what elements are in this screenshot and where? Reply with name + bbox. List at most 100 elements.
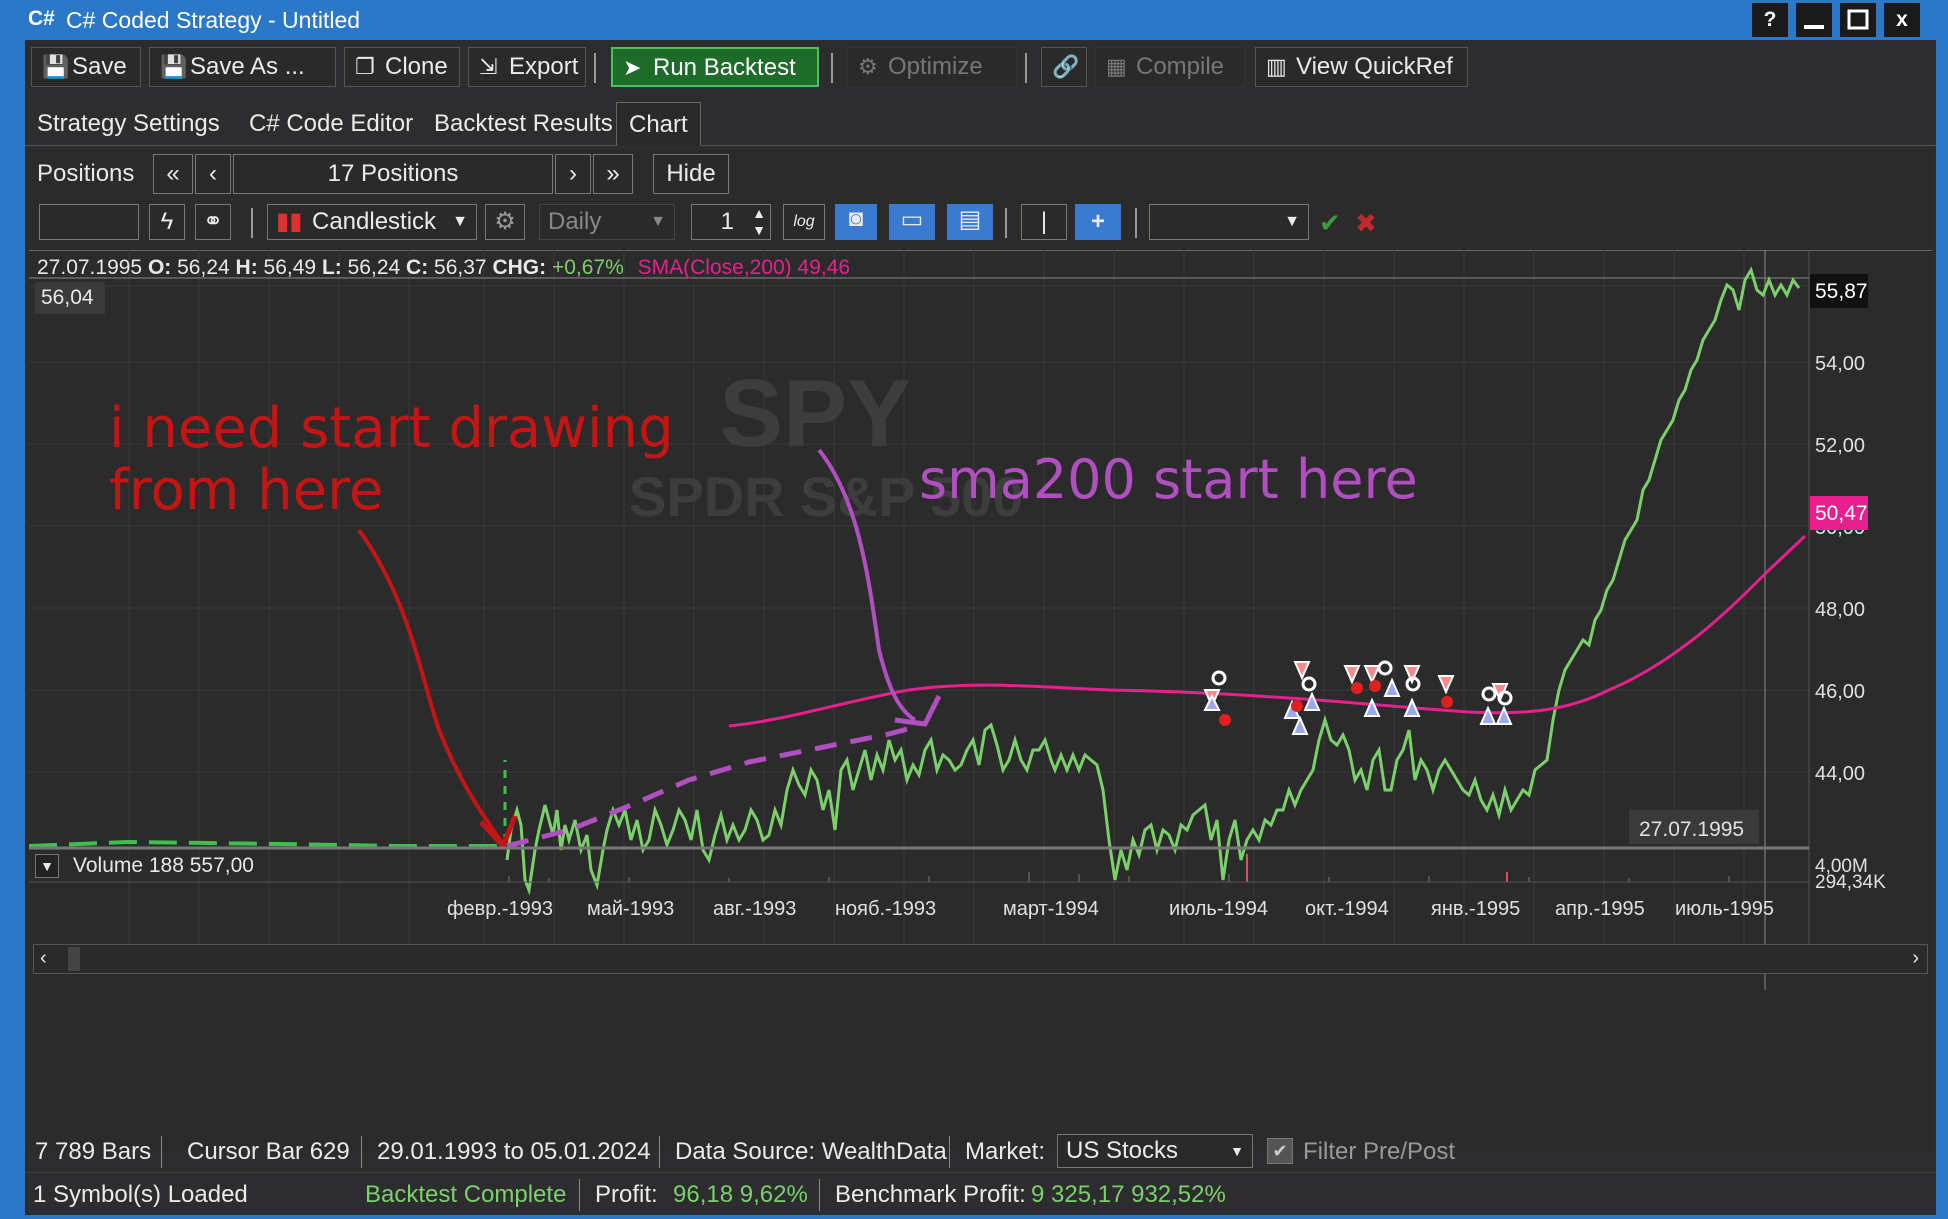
status-separator xyxy=(819,1179,820,1211)
next-position-button[interactable]: › xyxy=(555,154,591,194)
floppy-icon: 💾 xyxy=(160,54,188,79)
app-window: C# C# Coded Strategy - Untitled ? x 💾 Sav… xyxy=(6,0,1942,1219)
control-separator xyxy=(251,208,253,238)
control-separator xyxy=(1135,208,1137,238)
main-area: 💾 Save 💾 Save As ... ❐ Clone ⇲ Export ➤ Run B… xyxy=(25,40,1936,1215)
chevron-down-icon: ▼ xyxy=(650,213,666,230)
status-separator xyxy=(659,1136,660,1168)
volume-collapse-button[interactable]: ▼ xyxy=(35,854,59,878)
date-tick: июль-1995 xyxy=(1675,898,1774,920)
scroll-left-icon[interactable]: ‹ xyxy=(40,947,47,970)
close-button[interactable]: x xyxy=(1884,3,1920,37)
market-label: Market: xyxy=(965,1138,1046,1165)
price-tick: 54,00 xyxy=(1815,353,1865,375)
chevron-right-icon: › xyxy=(569,160,577,187)
chevron-down-icon: ▼ xyxy=(452,213,468,230)
chart-style-select[interactable]: ▮▮ Candlestick ▼ xyxy=(267,204,477,240)
scale-select[interactable]: Daily ▼ xyxy=(539,204,675,240)
link-button[interactable]: 🔗 xyxy=(1041,47,1087,87)
camera-icon: ◙ xyxy=(848,205,864,232)
backtest-state: Backtest Complete xyxy=(365,1181,567,1208)
price-chart[interactable]: SPY SPDR S&P 500 54,00 52,00 48,00 46,00… xyxy=(28,249,1932,1050)
tab-chart[interactable]: Chart xyxy=(616,102,701,146)
tab-backtest-results[interactable]: Backtest Results xyxy=(434,102,613,146)
drawing-select[interactable]: ▼ xyxy=(1149,204,1309,240)
optimize-button[interactable]: ⚙ Optimize xyxy=(847,47,1017,87)
cursor-date: 27.07.1995 xyxy=(1639,818,1744,841)
lightning-button[interactable]: ϟ xyxy=(149,204,185,240)
filter-label: Filter Pre/Post xyxy=(1303,1138,1456,1165)
date-axis: февр.-1993 май-1993 авг.-1993 нояб.-1993… xyxy=(29,898,1809,928)
hide-button[interactable]: Hide xyxy=(653,154,729,194)
scale-value-stepper[interactable]: 1 ▲ ▼ xyxy=(691,204,771,240)
pane-top-button[interactable]: ▤ xyxy=(947,204,993,240)
status-separator xyxy=(161,1136,162,1168)
help-button[interactable]: ? xyxy=(1752,3,1788,37)
bars-count: 7 789 Bars xyxy=(35,1138,152,1165)
compile-icon: ▦ xyxy=(1106,54,1127,79)
minimize-button[interactable] xyxy=(1796,3,1832,37)
save-button[interactable]: 💾 Save xyxy=(31,47,141,87)
run-backtest-button[interactable]: ➤ Run Backtest xyxy=(611,47,819,87)
scroll-thumb[interactable] xyxy=(68,947,80,971)
log-scale-button[interactable]: log xyxy=(783,204,825,240)
compile-button[interactable]: ▦ Compile xyxy=(1095,47,1245,87)
filter-checkbox[interactable]: ✔ xyxy=(1267,1138,1293,1164)
market-select[interactable]: US Stocks ▼ xyxy=(1057,1134,1253,1168)
save-as-button[interactable]: 💾 Save As ... xyxy=(149,47,336,87)
chevron-left-icon: ‹ xyxy=(209,160,217,187)
chart-canvas: SPY SPDR S&P 500 54,00 52,00 48,00 46,00… xyxy=(28,249,1932,1050)
vertical-line-tool[interactable]: | xyxy=(1021,204,1067,240)
status-bar-top: 7 789 Bars Cursor Bar 629 29.01.1993 to … xyxy=(25,1130,1936,1172)
benchmark-label: Benchmark Profit: xyxy=(835,1181,1026,1208)
watermark-symbol: SPY xyxy=(719,360,911,467)
maximize-button[interactable] xyxy=(1840,3,1876,37)
horizontal-scrollbar[interactable]: ‹ › xyxy=(33,944,1928,974)
tab-code-editor[interactable]: C# Code Editor xyxy=(249,102,413,146)
tab-strategy-settings[interactable]: Strategy Settings xyxy=(37,102,220,146)
screenshot-button[interactable]: ◙ xyxy=(835,204,877,240)
up-down-arrows-icon: ▲ ▼ xyxy=(752,205,766,238)
chevron-down-icon: ▼ xyxy=(1230,1143,1244,1159)
chart-controls-row: ϟ ⚭ ▮▮ Candlestick ▼ ⚙ Daily ▼ 1 ▲▼ log xyxy=(29,200,1932,246)
double-chevron-left-icon: « xyxy=(166,160,180,187)
play-circle-icon: ➤ xyxy=(623,55,642,80)
symbol-input[interactable] xyxy=(39,204,139,240)
app-logo-icon: C# xyxy=(28,7,55,30)
prev-position-button[interactable]: ‹ xyxy=(195,154,231,194)
first-position-button[interactable]: « xyxy=(153,154,193,194)
clone-button[interactable]: ❐ Clone xyxy=(344,47,460,87)
lightning-icon: ϟ xyxy=(160,208,174,235)
export-button[interactable]: ⇲ Export xyxy=(468,47,586,87)
chart-panel: Positions « ‹ 17 Positions › » Hide ϟ ⚭ … xyxy=(28,150,1932,1150)
last-position-button[interactable]: » xyxy=(593,154,633,194)
date-tick: март-1994 xyxy=(1003,898,1099,920)
scroll-right-icon[interactable]: › xyxy=(1912,947,1919,970)
checkmark-icon[interactable]: ✔ xyxy=(1319,208,1341,239)
toolbar-separator xyxy=(1025,53,1027,83)
status-separator xyxy=(949,1136,950,1168)
tab-bar: Strategy Settings C# Code Editor Backtes… xyxy=(25,96,1936,146)
link-chart-button[interactable]: ⚭ xyxy=(195,204,231,240)
cross-icon[interactable]: ✖ xyxy=(1355,208,1377,239)
status-separator xyxy=(579,1179,580,1211)
export-icon: ⇲ xyxy=(479,54,498,79)
positions-label: Positions xyxy=(37,160,135,187)
layout-top-icon: ▤ xyxy=(958,206,982,233)
style-settings-button[interactable]: ⚙ xyxy=(485,204,525,240)
window-title: C# Coded Strategy - Untitled xyxy=(66,7,361,33)
price-tick: 52,00 xyxy=(1815,435,1865,457)
data-source: Data Source: WealthData xyxy=(675,1138,947,1165)
profit-label: Profit: xyxy=(595,1181,658,1208)
view-quickref-button[interactable]: ▥ View QuickRef xyxy=(1255,47,1468,87)
last-price-value: 55,87 xyxy=(1815,280,1868,303)
link-icon: ⚭ xyxy=(202,208,224,235)
plus-icon: + xyxy=(1090,208,1105,235)
toolbar: 💾 Save 💾 Save As ... ❐ Clone ⇲ Export ➤ Run B… xyxy=(25,45,1936,91)
crosshair-tool[interactable]: + xyxy=(1075,204,1121,240)
ohlc-header: 27.07.1995 O: 56,24 H: 56,49 L: 56,24 C:… xyxy=(37,256,851,279)
toolbar-separator xyxy=(594,53,596,83)
control-separator xyxy=(1005,208,1007,238)
purple-annotation: sma200 start here xyxy=(919,448,1418,511)
pane-bottom-button[interactable]: ▭ xyxy=(889,204,935,240)
